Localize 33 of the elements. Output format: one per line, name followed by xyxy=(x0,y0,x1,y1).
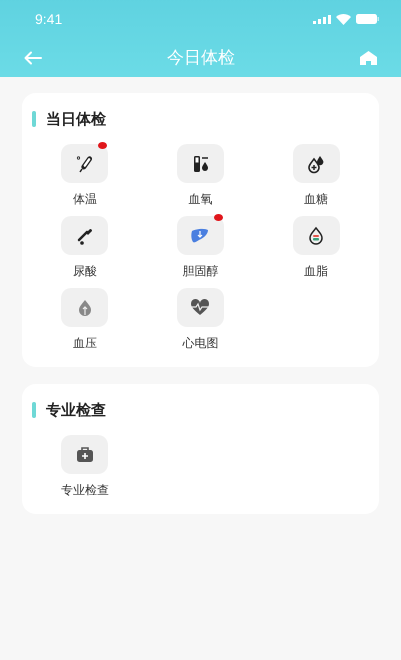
accent-bar xyxy=(32,402,36,418)
wifi-icon xyxy=(336,14,351,24)
status-time: 9:41 xyxy=(35,11,62,27)
signal-icon xyxy=(313,14,331,24)
icon-tile[interactable] xyxy=(292,144,340,183)
thermometer-icon xyxy=(74,154,95,174)
icon-tile[interactable] xyxy=(61,216,108,255)
item-label[interactable]: 胆固醇 xyxy=(182,263,218,279)
icon-tile[interactable] xyxy=(292,216,340,255)
icon-tile[interactable] xyxy=(61,144,108,183)
medical-kit-icon xyxy=(74,444,95,464)
icon-tile[interactable] xyxy=(61,435,108,474)
battery-icon xyxy=(356,14,379,24)
item-label[interactable]: 血糖 xyxy=(304,191,328,207)
heart-pulse-icon xyxy=(190,298,210,318)
item-label[interactable]: 血脂 xyxy=(304,263,328,279)
item-label[interactable]: 专业检查 xyxy=(60,482,109,498)
notification-dot xyxy=(214,214,223,221)
notification-dot xyxy=(98,142,108,149)
item-label[interactable]: 体温 xyxy=(72,191,97,207)
icon-tile[interactable] xyxy=(176,144,224,183)
item-label[interactable]: 血压 xyxy=(72,335,97,351)
icon-tile[interactable] xyxy=(176,288,224,327)
icon-tile[interactable] xyxy=(176,216,224,255)
section-title: 专业检查 xyxy=(46,400,106,420)
item-label[interactable]: 血氧 xyxy=(188,191,212,207)
blood-drops-icon xyxy=(306,154,326,174)
item-label[interactable]: 心电图 xyxy=(182,335,218,351)
item-label[interactable]: 尿酸 xyxy=(72,263,97,279)
page-title: 今日体检 xyxy=(167,47,235,69)
accent-bar xyxy=(32,111,36,127)
section-title: 当日体检 xyxy=(46,110,106,128)
icon-tile[interactable] xyxy=(61,288,108,327)
